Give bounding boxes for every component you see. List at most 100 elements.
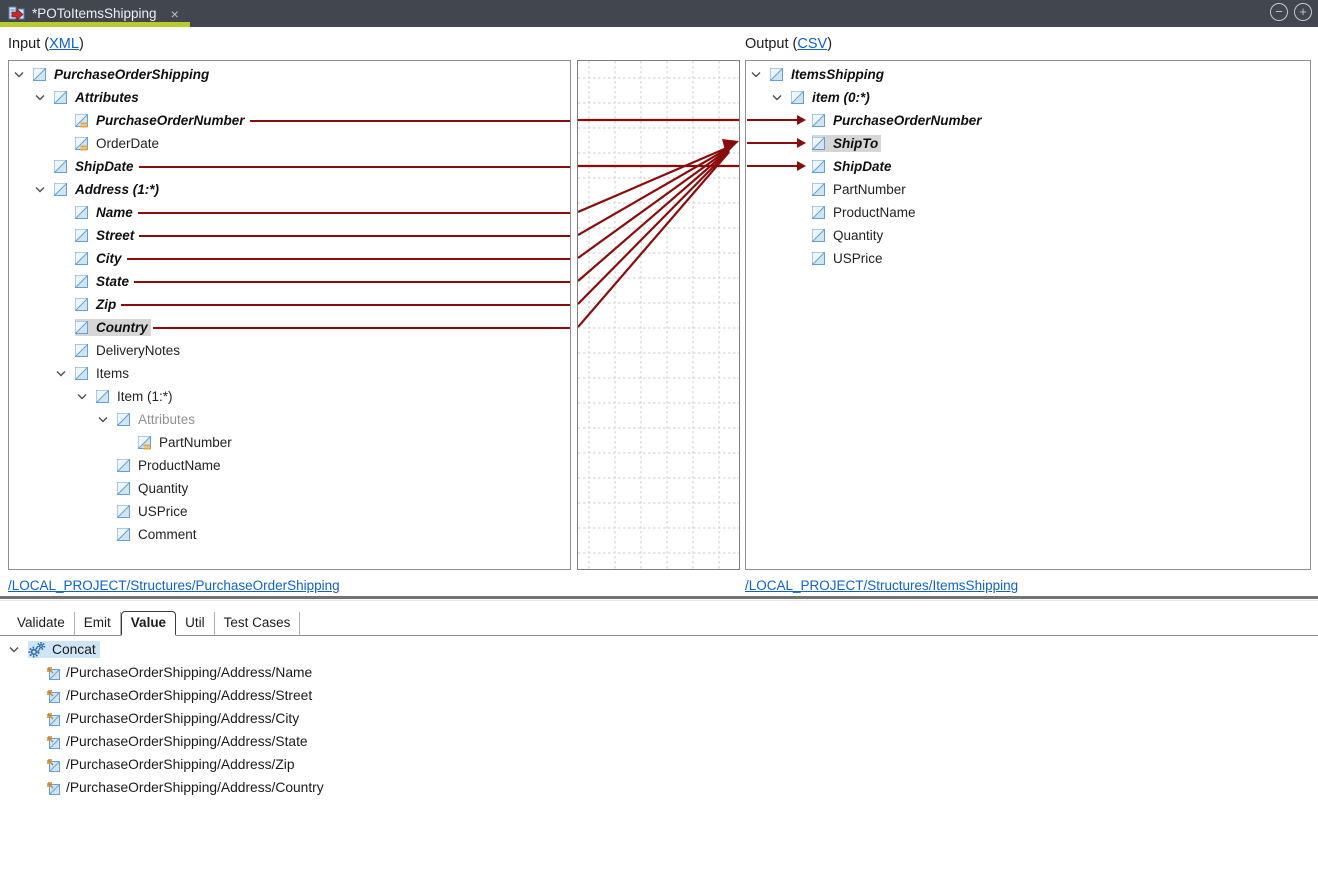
function-name: Concat — [50, 641, 100, 658]
element-icon — [812, 160, 825, 173]
tree-row-attributes[interactable]: Attributes — [9, 86, 570, 109]
horizontal-sash-divider[interactable] — [0, 596, 1318, 599]
element-icon — [54, 160, 67, 173]
tree-row-purchaseordershipping[interactable]: PurchaseOrderShipping — [9, 63, 570, 86]
tree-item-label: PurchaseOrderNumber — [830, 112, 985, 129]
chevron-down-icon[interactable] — [76, 391, 96, 402]
element-icon — [54, 91, 67, 104]
tree-row-state[interactable]: State — [9, 270, 570, 293]
chevron-down-icon[interactable] — [34, 184, 54, 195]
tree-row-deliverynotes[interactable]: DeliveryNotes — [9, 339, 570, 362]
concat-function-row[interactable]: Concat — [0, 638, 1318, 661]
tab-emit[interactable]: Emit — [75, 612, 121, 635]
argument-path: /PurchaseOrderShipping/Address/Country — [64, 779, 328, 796]
tree-item-label: ProductName — [830, 204, 919, 221]
tree-row-item-out[interactable]: item (0:*) — [746, 86, 1310, 109]
tree-row-shipdate[interactable]: ShipDate — [9, 155, 570, 178]
chevron-down-icon[interactable] — [34, 92, 54, 103]
output-header: Output (CSV) — [745, 36, 832, 52]
element-icon — [75, 321, 88, 334]
editor-tab-title: *POToItemsShipping — [32, 6, 157, 21]
tree-item-label: PartNumber — [830, 181, 909, 198]
input-header: Input (XML) — [8, 36, 84, 52]
tree-row-partnumber[interactable]: PartNumber — [9, 431, 570, 454]
tree-row-city[interactable]: City — [9, 247, 570, 270]
argument-path: /PurchaseOrderShipping/Address/Zip — [64, 756, 299, 773]
input-argument-icon — [46, 666, 60, 680]
tree-row-street[interactable]: Street — [9, 224, 570, 247]
element-icon — [812, 252, 825, 265]
tree-item-label: Country — [93, 319, 151, 336]
tree-row-partnumber-out[interactable]: PartNumber — [746, 178, 1310, 201]
mapping-line — [127, 258, 570, 260]
argument-path: /PurchaseOrderShipping/Address/City — [64, 710, 303, 727]
tree-row-comment[interactable]: Comment — [9, 523, 570, 546]
tree-row-orderdate[interactable]: OrderDate — [9, 132, 570, 155]
chevron-down-icon[interactable] — [750, 69, 770, 80]
chevron-down-icon[interactable] — [55, 368, 75, 379]
element-icon — [75, 367, 88, 380]
mapping-arrow — [747, 119, 797, 121]
concat-arg-row[interactable]: /PurchaseOrderShipping/Address/State — [0, 730, 1318, 753]
chevron-down-icon[interactable] — [13, 69, 33, 80]
tree-row-items[interactable]: Items — [9, 362, 570, 385]
output-structure-link[interactable]: /LOCAL_PROJECT/Structures/ItemsShipping — [745, 578, 1018, 593]
tree-row-usprice-out[interactable]: USPrice — [746, 247, 1310, 270]
tree-row-usprice[interactable]: USPrice — [9, 500, 570, 523]
tree-row-item-attributes[interactable]: Attributes — [9, 408, 570, 431]
restore-down-icon[interactable]: − — [1270, 3, 1288, 21]
tree-row-productname[interactable]: ProductName — [9, 454, 570, 477]
tree-row-zip[interactable]: Zip — [9, 293, 570, 316]
element-icon — [75, 298, 88, 311]
element-icon — [117, 528, 130, 541]
tree-row-quantity[interactable]: Quantity — [9, 477, 570, 500]
tree-row-quantity-out[interactable]: Quantity — [746, 224, 1310, 247]
tree-row-purchaseordernumber[interactable]: PurchaseOrderNumber — [9, 109, 570, 132]
tree-item-label: ShipTo — [830, 135, 881, 152]
tab-validate[interactable]: Validate — [8, 612, 75, 635]
tree-item-label: Item (1:*) — [114, 388, 176, 405]
concat-arg-row[interactable]: /PurchaseOrderShipping/Address/Country — [0, 776, 1318, 799]
mapping-canvas[interactable] — [577, 60, 740, 570]
chevron-down-icon[interactable] — [771, 92, 791, 103]
input-structure-link[interactable]: /LOCAL_PROJECT/Structures/PurchaseOrderS… — [8, 578, 340, 593]
close-icon[interactable]: × — [171, 6, 179, 22]
concat-arg-row[interactable]: /PurchaseOrderShipping/Address/Zip — [0, 753, 1318, 776]
tree-item-label: USPrice — [830, 250, 886, 267]
input-argument-icon — [46, 758, 60, 772]
mapping-arrow — [747, 165, 797, 167]
tree-row-shipdate-out[interactable]: ShipDate — [746, 155, 1310, 178]
tree-item-label: item (0:*) — [809, 89, 873, 106]
element-icon — [117, 505, 130, 518]
mapping-line — [139, 166, 570, 168]
element-icon — [33, 68, 46, 81]
tree-row-shipto-out[interactable]: ShipTo — [746, 132, 1310, 155]
tree-row-country[interactable]: Country — [9, 316, 570, 339]
attribute-icon — [75, 137, 89, 151]
tab-test-cases[interactable]: Test Cases — [215, 612, 301, 635]
output-format-link[interactable]: CSV — [797, 36, 827, 52]
tree-item-label: DeliveryNotes — [93, 342, 183, 359]
concat-arg-row[interactable]: /PurchaseOrderShipping/Address/Street — [0, 684, 1318, 707]
tree-row-productname-out[interactable]: ProductName — [746, 201, 1310, 224]
chevron-down-icon[interactable] — [8, 644, 28, 655]
tree-row-address[interactable]: Address (1:*) — [9, 178, 570, 201]
tab-value[interactable]: Value — [121, 611, 176, 636]
tree-item-label: PartNumber — [156, 434, 235, 451]
tree-item-label: PurchaseOrderShipping — [51, 66, 212, 83]
mapping-line — [153, 327, 570, 329]
bottom-tab-strip: Validate Emit Value Util Test Cases — [0, 612, 1318, 636]
argument-path: /PurchaseOrderShipping/Address/Street — [64, 687, 316, 704]
chevron-down-icon[interactable] — [97, 414, 117, 425]
concat-arg-row[interactable]: /PurchaseOrderShipping/Address/Name — [0, 661, 1318, 684]
tree-row-purchaseordernumber-out[interactable]: PurchaseOrderNumber — [746, 109, 1310, 132]
mapping-editor-window: *POToItemsShipping × − + Input (XML) Out… — [0, 0, 1318, 885]
tree-row-name[interactable]: Name — [9, 201, 570, 224]
tree-item-label: OrderDate — [93, 135, 162, 152]
input-format-link[interactable]: XML — [49, 36, 79, 52]
maximize-icon[interactable]: + — [1294, 3, 1312, 21]
concat-arg-row[interactable]: /PurchaseOrderShipping/Address/City — [0, 707, 1318, 730]
tab-util[interactable]: Util — [176, 612, 215, 635]
tree-row-item[interactable]: Item (1:*) — [9, 385, 570, 408]
tree-row-itemsshipping[interactable]: ItemsShipping — [746, 63, 1310, 86]
